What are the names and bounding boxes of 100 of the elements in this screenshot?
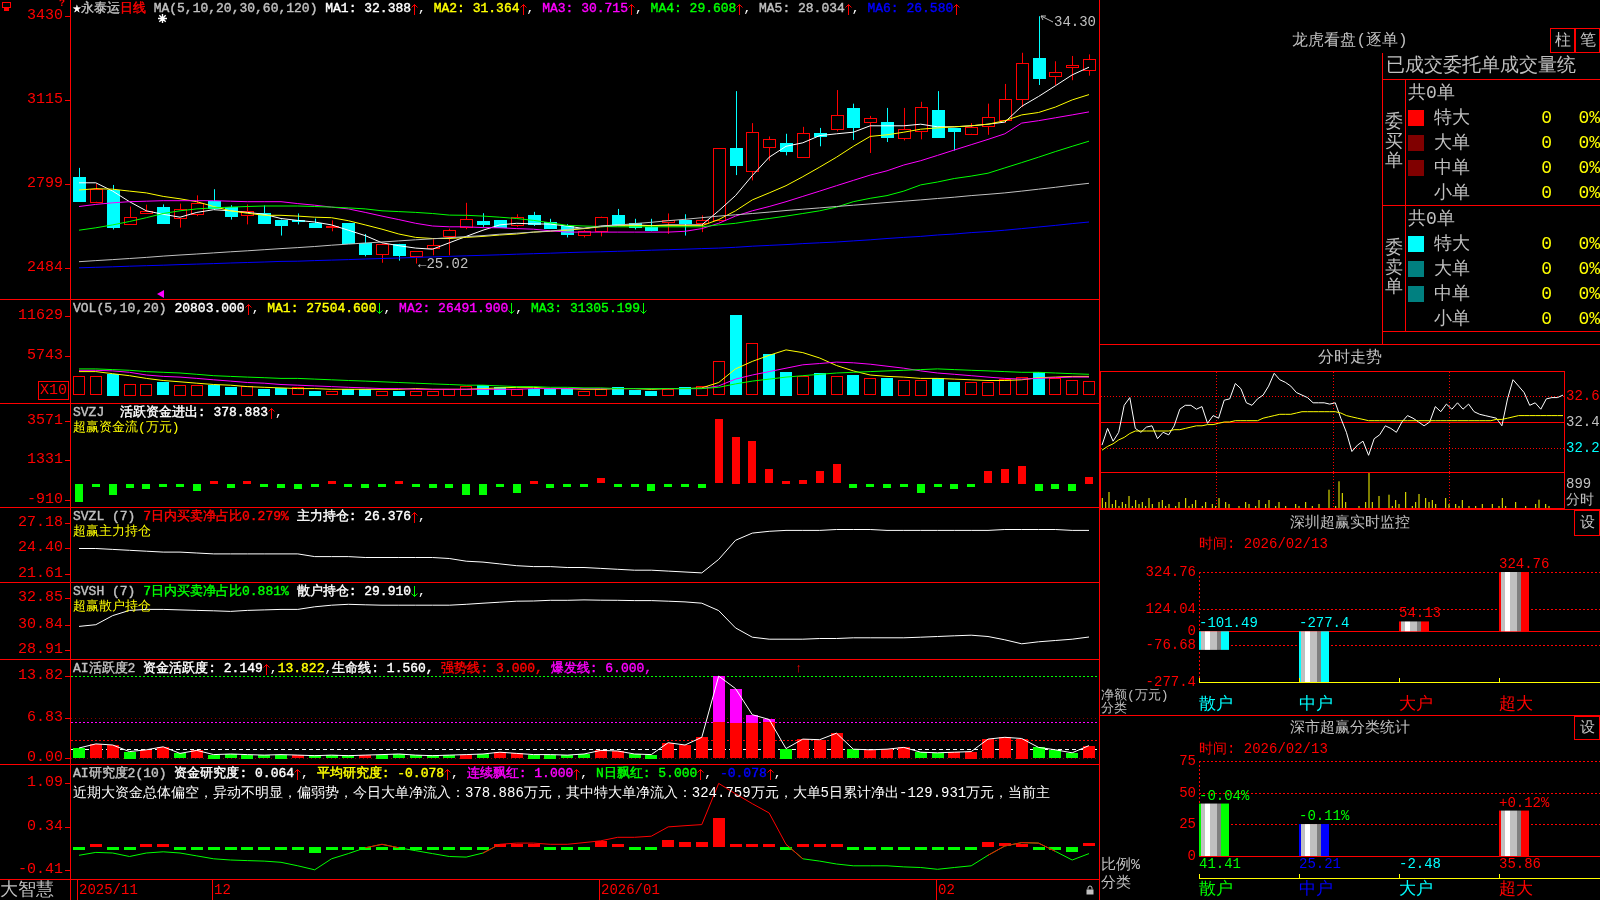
indicator-text: 平均研究度: -0.078: [316, 766, 445, 781]
table-title: 已成交委托单成交量统: [1385, 56, 1576, 76]
axis-tick-label: 0: [1187, 625, 1196, 638]
order-size-label: 特大: [1434, 107, 1471, 128]
multiplier-label: X10: [38, 381, 69, 400]
axis-tick-label: 1.09: [27, 776, 63, 791]
axis-title: 净额(万元): [1101, 689, 1169, 702]
separator-text: ,: [515, 301, 525, 316]
axis-tick-label: 1331: [27, 453, 63, 468]
indicator-text: MA(5,10,20,30,60,120): [152, 1, 319, 16]
axis-tick-label: 28.91: [18, 643, 63, 658]
indicator-text: MA5: 28.034: [759, 1, 845, 16]
axis-tick-label: 32.2: [1566, 439, 1600, 456]
change-label: +0.12%: [1499, 796, 1550, 810]
order-percent: 0%: [1577, 233, 1600, 254]
indicator-text: SVZL (7): [73, 509, 137, 524]
separator-text: ,: [418, 509, 426, 524]
axis-tick-label: 27.18: [18, 516, 63, 531]
indicator-text: 13.822: [277, 661, 325, 676]
axis-tick-label: 32.6: [1566, 388, 1600, 405]
axis-tick-label: -76.68: [1144, 639, 1196, 652]
order-count: 0: [1540, 258, 1552, 279]
separator-text: ,: [773, 766, 782, 781]
indicator-text: 日线: [119, 1, 146, 16]
axis-title: 分类: [1101, 876, 1131, 891]
value-label: -101.49: [1199, 617, 1258, 631]
order-count: 0: [1540, 157, 1552, 178]
order-percent: 0%: [1577, 107, 1600, 128]
value-label: 54.13: [1399, 607, 1441, 621]
panel-title: 分时走势: [1318, 349, 1382, 367]
category-label: 超大: [1499, 881, 1533, 899]
axis-tick-label: 13.82: [18, 669, 63, 683]
indicator-text: 连续飘红: 1.000: [466, 766, 574, 781]
order-size-label: 小单: [1434, 308, 1471, 329]
axis-tick-label: 3115: [27, 93, 63, 108]
category-label: 散户: [1199, 881, 1233, 899]
app-logo-text: 大智慧: [0, 880, 54, 900]
separator-text: ,: [275, 405, 283, 420]
timestamp-text: 时间: 2026/02/13: [1199, 741, 1328, 757]
indicator-text: 永泰运: [80, 1, 120, 16]
axis-tick-label: 32.4: [1566, 414, 1600, 430]
indicator-text: 活跃资金进出: 378.883: [119, 405, 269, 420]
order-count: 0: [1540, 132, 1552, 153]
separator-text: ,: [383, 301, 393, 316]
panel-title: 龙虎看盘(逐单): [1292, 32, 1408, 50]
order-count: 0: [1540, 283, 1552, 304]
value-label: 324.76: [1499, 558, 1550, 571]
indicator-text: 强势线: 3.000,: [441, 661, 544, 676]
indicator-text: 主力持仓: 26.376: [295, 509, 412, 524]
axis-tick-label: 3430: [27, 9, 63, 24]
axis-tick-label: 50: [1178, 786, 1196, 799]
separator-text: ,: [269, 661, 278, 676]
separator-text: ,: [634, 1, 644, 16]
change-label: -0.04%: [1199, 789, 1250, 803]
indicator-text: SVSH (7): [73, 584, 137, 599]
category-label: 大户: [1399, 696, 1433, 714]
indicator-text: 生命线: 1.560,: [332, 661, 435, 676]
order-size-label: 大单: [1434, 132, 1471, 153]
indicator-text: MA1: 32.388: [325, 1, 412, 16]
indicator-text: VOL(5,10,20): [73, 301, 168, 316]
axis-tick-label: 2484: [27, 261, 63, 276]
value-label: -2.48: [1399, 858, 1441, 871]
volume-axis-label: 分时: [1566, 493, 1594, 508]
order-percent: 0%: [1577, 182, 1600, 203]
order-percent: 0%: [1577, 132, 1600, 153]
category-label: 中户: [1299, 881, 1333, 899]
axis-tick-label: 5743: [27, 349, 63, 364]
indicator-text: 7日内买卖净占比0.881%: [143, 584, 289, 599]
axis-tick-label: 32.85: [18, 590, 63, 605]
category-label: 超大: [1499, 696, 1533, 714]
indicator-subtitle: 超赢资金流(万元): [73, 420, 180, 435]
category-label: 大户: [1399, 881, 1433, 899]
indicator-text: ★: [73, 1, 81, 16]
value-label: -277.4: [1299, 617, 1350, 631]
order-count: 0: [1540, 233, 1552, 254]
axis-tick-label: 6.83: [27, 710, 63, 725]
axis-title: 比例%: [1101, 858, 1140, 873]
category-label: 散户: [1199, 696, 1233, 714]
indicator-text: AI活跃度2: [73, 661, 137, 676]
separator-text: ,: [418, 1, 427, 16]
order-size-label: 中单: [1434, 283, 1471, 304]
indicator-text: MA4: 29.608: [650, 1, 737, 16]
volume-axis-label: 899: [1566, 477, 1593, 492]
separator-text: ,: [851, 1, 861, 16]
axis-tick-label: 0: [1186, 850, 1196, 862]
indicator-text: MA3: 31305.199: [530, 301, 641, 316]
axis-tick-label: 124.04: [1144, 602, 1196, 615]
axis-tick-label: 0.00: [27, 751, 63, 766]
indicator-text: N日飘红: 5.000: [595, 766, 698, 781]
separator-text: ,: [418, 584, 426, 599]
change-label: -0.11%: [1299, 810, 1350, 824]
side-label: 委卖单: [1385, 238, 1403, 299]
separator-text: ,: [251, 301, 261, 316]
indicator-text: 7日内买卖净占比0.279%: [143, 509, 289, 524]
indicator-text: 资金活跃度: 2.149: [143, 661, 263, 676]
separator-text: ,: [526, 1, 536, 16]
order-percent: 0%: [1577, 283, 1600, 304]
indicator-text: 散户持仓: 29.910: [295, 584, 412, 599]
order-total: 共0单: [1408, 82, 1455, 103]
order-size-label: 中单: [1434, 157, 1471, 178]
